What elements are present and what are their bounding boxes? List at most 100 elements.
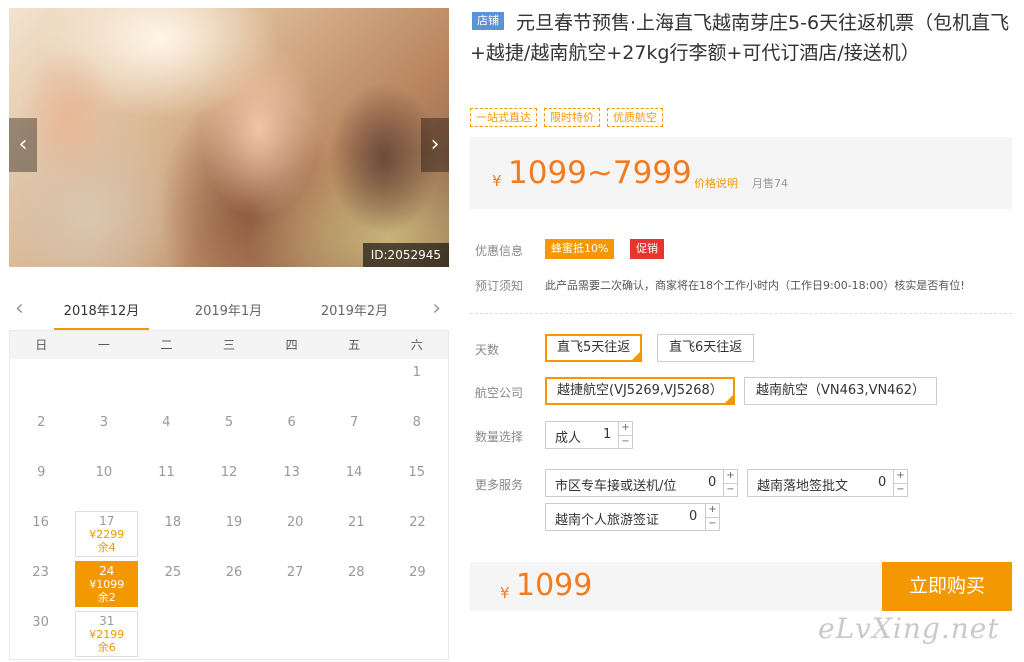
calendar-day-cell: [73, 359, 136, 409]
calendar-day-cell: 18: [164, 515, 182, 530]
calendar-day-cell: 25: [164, 565, 182, 580]
weekday-label: 三: [223, 338, 236, 352]
calendar-week-row: 23 24 ¥1099 余2 25 26 27 28 29: [10, 559, 448, 609]
photo-prev-button[interactable]: ‹: [9, 118, 37, 172]
calendar-day-cell: [326, 609, 387, 659]
product-tag: 一站式直达: [470, 108, 537, 127]
calendar-day-cell: 27: [286, 565, 304, 580]
day-price: ¥2299: [89, 528, 125, 541]
calendar-day-cell: 14: [345, 465, 363, 480]
calendar-day-cell: [142, 609, 203, 659]
calendar-week-row: 2 3 4 5 6 7 8: [10, 409, 448, 459]
price-note-link[interactable]: 价格说明: [694, 175, 738, 191]
calendar-day-cell[interactable]: 31 ¥2199 余6: [75, 611, 139, 657]
calendar-day-cell: 5: [224, 415, 234, 430]
airline-option-vietnam-airlines[interactable]: 越南航空（VN463,VN462）: [744, 377, 937, 405]
month-tab-1[interactable]: 2018年12月: [54, 300, 149, 331]
day-number: 17: [99, 514, 115, 528]
day-remaining: 余6: [97, 641, 116, 654]
price-box: ¥ 1099~7999 价格说明 月售74: [470, 137, 1012, 209]
airline-option-vietjet[interactable]: 越捷航空(VJ5269,VJ5268）: [545, 377, 735, 405]
divider: [470, 313, 1012, 314]
calendar-day-cell: 8: [412, 415, 421, 430]
calendar-day-cell: [10, 359, 73, 409]
calendar-day-cell: 19: [225, 515, 243, 530]
buy-now-button[interactable]: 立即购买: [882, 562, 1012, 611]
calendar-day-cell: 29: [409, 565, 426, 580]
calendar-day-cell: 3: [99, 415, 108, 430]
pickup-service-stepper[interactable]: 市区专车接或送机/位 0 + −: [545, 469, 738, 497]
calendar-day-cell: [135, 359, 198, 409]
stepper-item-name: 越南落地签批文: [757, 479, 849, 494]
day-remaining: 余2: [97, 591, 116, 604]
chevron-right-icon: ›: [430, 132, 440, 157]
calendar-day-cell[interactable]: 24 ¥1099 余2: [75, 561, 139, 607]
booking-notice-label: 预订须知: [475, 279, 524, 293]
currency-symbol: ¥: [500, 584, 510, 602]
calendar-month-nav: ‹ 2018年12月 2019年1月 2019年2月 ›: [9, 292, 449, 331]
calendar-day-cell: 15: [408, 465, 426, 480]
services-label: 更多服务: [475, 478, 524, 492]
calendar-day-cell: 30: [32, 615, 49, 630]
calendar-day-cell: [265, 609, 326, 659]
promo-label: 优惠信息: [475, 244, 524, 258]
calendar-day-cell: [203, 609, 264, 659]
calendar-day-cell: 26: [225, 565, 243, 580]
days-option-6[interactable]: 直飞6天往返: [657, 334, 755, 362]
stepper-value[interactable]: 0: [878, 475, 886, 490]
calendar-day-cell: 23: [32, 565, 49, 580]
minus-icon[interactable]: −: [619, 435, 632, 448]
shop-badge[interactable]: 店铺: [472, 12, 504, 30]
calendar-day-cell: 22: [409, 515, 426, 530]
chevron-left-icon[interactable]: ‹: [15, 296, 24, 321]
product-tags: 一站式直达 限时特价 优质航空: [470, 108, 663, 127]
watermark: eLvXing.net: [818, 612, 1000, 645]
weekday-label: 一: [97, 338, 110, 352]
plus-icon[interactable]: +: [619, 422, 632, 435]
calendar-day-cell: 9: [37, 465, 46, 480]
weekday-label: 五: [348, 338, 361, 352]
weekday-label: 二: [160, 338, 173, 352]
days-option-5[interactable]: 直飞5天往返: [545, 334, 643, 362]
adult-quantity-stepper[interactable]: 成人 1 + −: [545, 421, 633, 449]
photo-next-button[interactable]: ›: [421, 118, 449, 172]
stepper-item-name: 成人: [555, 431, 582, 446]
landing-visa-stepper[interactable]: 越南落地签批文 0 + −: [747, 469, 908, 497]
calendar-week-row: 9 10 11 12 13 14 15: [10, 459, 448, 509]
calendar-week-row: 16 17 ¥2299 余4 18 19 20 21 22: [10, 509, 448, 559]
quantity-label: 数量选择: [475, 430, 524, 444]
minus-icon[interactable]: −: [724, 483, 737, 496]
calendar-day-cell: 6: [287, 415, 296, 430]
plus-icon[interactable]: +: [706, 504, 719, 517]
calendar-day-cell: 1: [412, 365, 421, 380]
calendar-weekday-header: 日 一 二 三 四 五 六: [10, 331, 448, 359]
calendar-day-cell: 21: [348, 515, 365, 530]
calendar-day-cell: 7: [350, 415, 359, 430]
day-number: 31: [99, 614, 115, 628]
month-tab-2[interactable]: 2019年1月: [181, 300, 276, 319]
calendar-day-cell: 4: [162, 415, 171, 430]
stepper-value[interactable]: 0: [708, 475, 716, 490]
plus-icon[interactable]: +: [724, 470, 737, 483]
calendar-day-cell: 16: [32, 515, 49, 530]
month-tab-3[interactable]: 2019年2月: [307, 300, 402, 319]
calendar-body: 1 2 3 4 5 6 7 8 9 10 11 12 13 14 15 16 17 ¥2299 余4 18 19 20 21…: [10, 359, 448, 659]
tourist-visa-stepper[interactable]: 越南个人旅游签证 0 + −: [545, 503, 720, 531]
stepper-value[interactable]: 1: [603, 427, 611, 442]
currency-symbol: ¥: [492, 172, 502, 190]
calendar-day-cell: [323, 359, 386, 409]
calendar-day-cell: [387, 609, 448, 659]
day-price: ¥1099: [89, 578, 125, 591]
airline-label: 航空公司: [475, 386, 524, 400]
calendar-day-cell: 10: [95, 465, 113, 480]
chevron-right-icon[interactable]: ›: [432, 296, 441, 321]
plus-icon[interactable]: +: [894, 470, 907, 483]
minus-icon[interactable]: −: [894, 483, 907, 496]
total-price: 1099: [516, 568, 593, 603]
minus-icon[interactable]: −: [706, 517, 719, 530]
calendar-day-cell[interactable]: 17 ¥2299 余4: [75, 511, 139, 557]
stepper-value[interactable]: 0: [689, 509, 697, 524]
calendar-day-cell: 11: [158, 465, 175, 480]
product-tag: 限时特价: [544, 108, 600, 127]
days-label: 天数: [475, 343, 500, 357]
